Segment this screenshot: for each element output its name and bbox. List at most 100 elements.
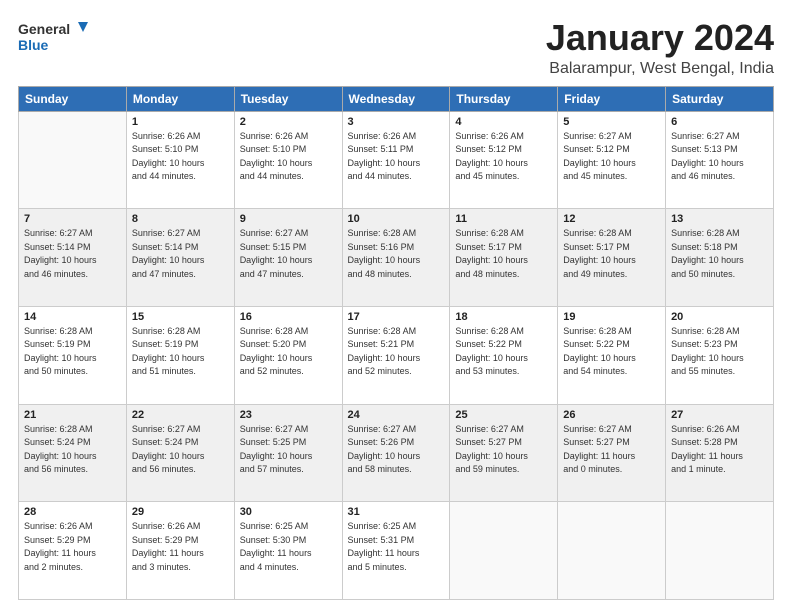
- day-info: Sunrise: 6:26 AMSunset: 5:10 PMDaylight:…: [132, 130, 229, 184]
- col-tuesday: Tuesday: [234, 86, 342, 111]
- day-info: Sunrise: 6:25 AMSunset: 5:30 PMDaylight:…: [240, 520, 337, 574]
- day-info: Sunrise: 6:28 AMSunset: 5:17 PMDaylight:…: [455, 227, 552, 281]
- calendar-cell: 9 Sunrise: 6:27 AMSunset: 5:15 PMDaylight…: [234, 209, 342, 307]
- calendar-cell: 4Sunrise: 6:26 AMSunset: 5:12 PMDaylight…: [450, 111, 558, 209]
- col-sunday: Sunday: [19, 86, 127, 111]
- calendar-cell: 30 Sunrise: 6:25 AMSunset: 5:30 PMDayligh…: [234, 502, 342, 600]
- day-info: Sunrise: 6:28 AMSunset: 5:17 PMDaylight:…: [563, 227, 660, 281]
- calendar-table: Sunday Monday Tuesday Wednesday Thursday…: [18, 86, 774, 600]
- svg-text:General: General: [18, 21, 70, 37]
- day-info: Sunrise: 6:26 AMSunset: 5:29 PMDaylight:…: [132, 520, 229, 574]
- day-info: Sunrise: 6:26 AMSunset: 5:28 PMDaylight:…: [671, 423, 768, 477]
- calendar-cell: 29Sunrise: 6:26 AMSunset: 5:29 PMDayligh…: [126, 502, 234, 600]
- logo-svg: General Blue: [18, 18, 88, 56]
- calendar-cell: 25 Sunrise: 6:27 AMSunset: 5:27 PMDayligh…: [450, 404, 558, 502]
- calendar-cell: 20 Sunrise: 6:28 AMSunset: 5:23 PMDayligh…: [666, 306, 774, 404]
- calendar-cell: 13 Sunrise: 6:28 AMSunset: 5:18 PMDayligh…: [666, 209, 774, 307]
- day-number: 10: [348, 213, 445, 225]
- day-info: Sunrise: 6:28 AMSunset: 5:21 PMDaylight:…: [348, 325, 445, 379]
- day-info: Sunrise: 6:26 AMSunset: 5:10 PMDaylight:…: [240, 130, 337, 184]
- month-title: January 2024: [546, 18, 774, 58]
- day-info: Sunrise: 6:27 AMSunset: 5:26 PMDaylight:…: [348, 423, 445, 477]
- svg-text:Blue: Blue: [18, 37, 49, 53]
- calendar-cell: 5 Sunrise: 6:27 AMSunset: 5:12 PMDaylight…: [558, 111, 666, 209]
- day-info: Sunrise: 6:27 AMSunset: 5:27 PMDaylight:…: [563, 423, 660, 477]
- calendar-cell: [19, 111, 127, 209]
- day-info: Sunrise: 6:27 AMSunset: 5:13 PMDaylight:…: [671, 130, 768, 184]
- day-info: Sunrise: 6:26 AMSunset: 5:29 PMDaylight:…: [24, 520, 121, 574]
- calendar-cell: 18Sunrise: 6:28 AMSunset: 5:22 PMDayligh…: [450, 306, 558, 404]
- day-number: 18: [455, 311, 552, 323]
- day-number: 25: [455, 409, 552, 421]
- day-number: 6: [671, 116, 768, 128]
- week-row-5: 28 Sunrise: 6:26 AMSunset: 5:29 PMDayligh…: [19, 502, 774, 600]
- calendar-page: General Blue January 2024 Balarampur, We…: [0, 0, 792, 612]
- day-number: 12: [563, 213, 660, 225]
- day-number: 15: [132, 311, 229, 323]
- day-number: 8: [132, 213, 229, 225]
- col-thursday: Thursday: [450, 86, 558, 111]
- calendar-cell: 2 Sunrise: 6:26 AMSunset: 5:10 PMDaylight…: [234, 111, 342, 209]
- calendar-cell: [450, 502, 558, 600]
- day-number: 23: [240, 409, 337, 421]
- calendar-cell: 17Sunrise: 6:28 AMSunset: 5:21 PMDayligh…: [342, 306, 450, 404]
- calendar-cell: 10Sunrise: 6:28 AMSunset: 5:16 PMDayligh…: [342, 209, 450, 307]
- week-row-4: 21 Sunrise: 6:28 AMSunset: 5:24 PMDayligh…: [19, 404, 774, 502]
- header-row: Sunday Monday Tuesday Wednesday Thursday…: [19, 86, 774, 111]
- day-number: 2: [240, 116, 337, 128]
- day-number: 16: [240, 311, 337, 323]
- day-info: Sunrise: 6:27 AMSunset: 5:12 PMDaylight:…: [563, 130, 660, 184]
- day-info: Sunrise: 6:27 AMSunset: 5:14 PMDaylight:…: [24, 227, 121, 281]
- day-number: 22: [132, 409, 229, 421]
- calendar-cell: 7 Sunrise: 6:27 AMSunset: 5:14 PMDaylight…: [19, 209, 127, 307]
- day-info: Sunrise: 6:28 AMSunset: 5:23 PMDaylight:…: [671, 325, 768, 379]
- day-number: 13: [671, 213, 768, 225]
- calendar-cell: 19Sunrise: 6:28 AMSunset: 5:22 PMDayligh…: [558, 306, 666, 404]
- calendar-cell: 31Sunrise: 6:25 AMSunset: 5:31 PMDayligh…: [342, 502, 450, 600]
- day-info: Sunrise: 6:27 AMSunset: 5:14 PMDaylight:…: [132, 227, 229, 281]
- location: Balarampur, West Bengal, India: [546, 60, 774, 78]
- calendar-cell: 8 Sunrise: 6:27 AMSunset: 5:14 PMDaylight…: [126, 209, 234, 307]
- day-number: 5: [563, 116, 660, 128]
- logo: General Blue: [18, 18, 88, 56]
- calendar-cell: 11 Sunrise: 6:28 AMSunset: 5:17 PMDayligh…: [450, 209, 558, 307]
- col-saturday: Saturday: [666, 86, 774, 111]
- calendar-cell: 23Sunrise: 6:27 AMSunset: 5:25 PMDayligh…: [234, 404, 342, 502]
- day-info: Sunrise: 6:28 AMSunset: 5:24 PMDaylight:…: [24, 423, 121, 477]
- calendar-cell: 22 Sunrise: 6:27 AMSunset: 5:24 PMDayligh…: [126, 404, 234, 502]
- day-number: 24: [348, 409, 445, 421]
- calendar-cell: 26Sunrise: 6:27 AMSunset: 5:27 PMDayligh…: [558, 404, 666, 502]
- calendar-cell: 12 Sunrise: 6:28 AMSunset: 5:17 PMDayligh…: [558, 209, 666, 307]
- day-info: Sunrise: 6:27 AMSunset: 5:24 PMDaylight:…: [132, 423, 229, 477]
- calendar-cell: 14Sunrise: 6:28 AMSunset: 5:19 PMDayligh…: [19, 306, 127, 404]
- day-number: 3: [348, 116, 445, 128]
- calendar-cell: 3Sunrise: 6:26 AMSunset: 5:11 PMDaylight…: [342, 111, 450, 209]
- calendar-cell: 6 Sunrise: 6:27 AMSunset: 5:13 PMDaylight…: [666, 111, 774, 209]
- day-info: Sunrise: 6:28 AMSunset: 5:20 PMDaylight:…: [240, 325, 337, 379]
- calendar-cell: 15 Sunrise: 6:28 AMSunset: 5:19 PMDayligh…: [126, 306, 234, 404]
- day-number: 11: [455, 213, 552, 225]
- day-info: Sunrise: 6:27 AMSunset: 5:15 PMDaylight:…: [240, 227, 337, 281]
- day-info: Sunrise: 6:28 AMSunset: 5:18 PMDaylight:…: [671, 227, 768, 281]
- day-number: 27: [671, 409, 768, 421]
- calendar-cell: [666, 502, 774, 600]
- day-number: 28: [24, 506, 121, 518]
- calendar-cell: 28 Sunrise: 6:26 AMSunset: 5:29 PMDayligh…: [19, 502, 127, 600]
- col-wednesday: Wednesday: [342, 86, 450, 111]
- day-number: 14: [24, 311, 121, 323]
- day-number: 19: [563, 311, 660, 323]
- week-row-3: 14 Sunrise: 6:28 AMSunset: 5:19 PMDayligh…: [19, 306, 774, 404]
- day-info: Sunrise: 6:28 AMSunset: 5:19 PMDaylight:…: [132, 325, 229, 379]
- calendar-cell: 1Sunrise: 6:26 AMSunset: 5:10 PMDaylight…: [126, 111, 234, 209]
- day-number: 31: [348, 506, 445, 518]
- day-number: 30: [240, 506, 337, 518]
- day-number: 4: [455, 116, 552, 128]
- calendar-cell: 24 Sunrise: 6:27 AMSunset: 5:26 PMDayligh…: [342, 404, 450, 502]
- calendar-cell: [558, 502, 666, 600]
- day-number: 21: [24, 409, 121, 421]
- day-info: Sunrise: 6:27 AMSunset: 5:27 PMDaylight:…: [455, 423, 552, 477]
- day-number: 20: [671, 311, 768, 323]
- day-number: 9: [240, 213, 337, 225]
- week-row-2: 7 Sunrise: 6:27 AMSunset: 5:14 PMDaylight…: [19, 209, 774, 307]
- day-number: 7: [24, 213, 121, 225]
